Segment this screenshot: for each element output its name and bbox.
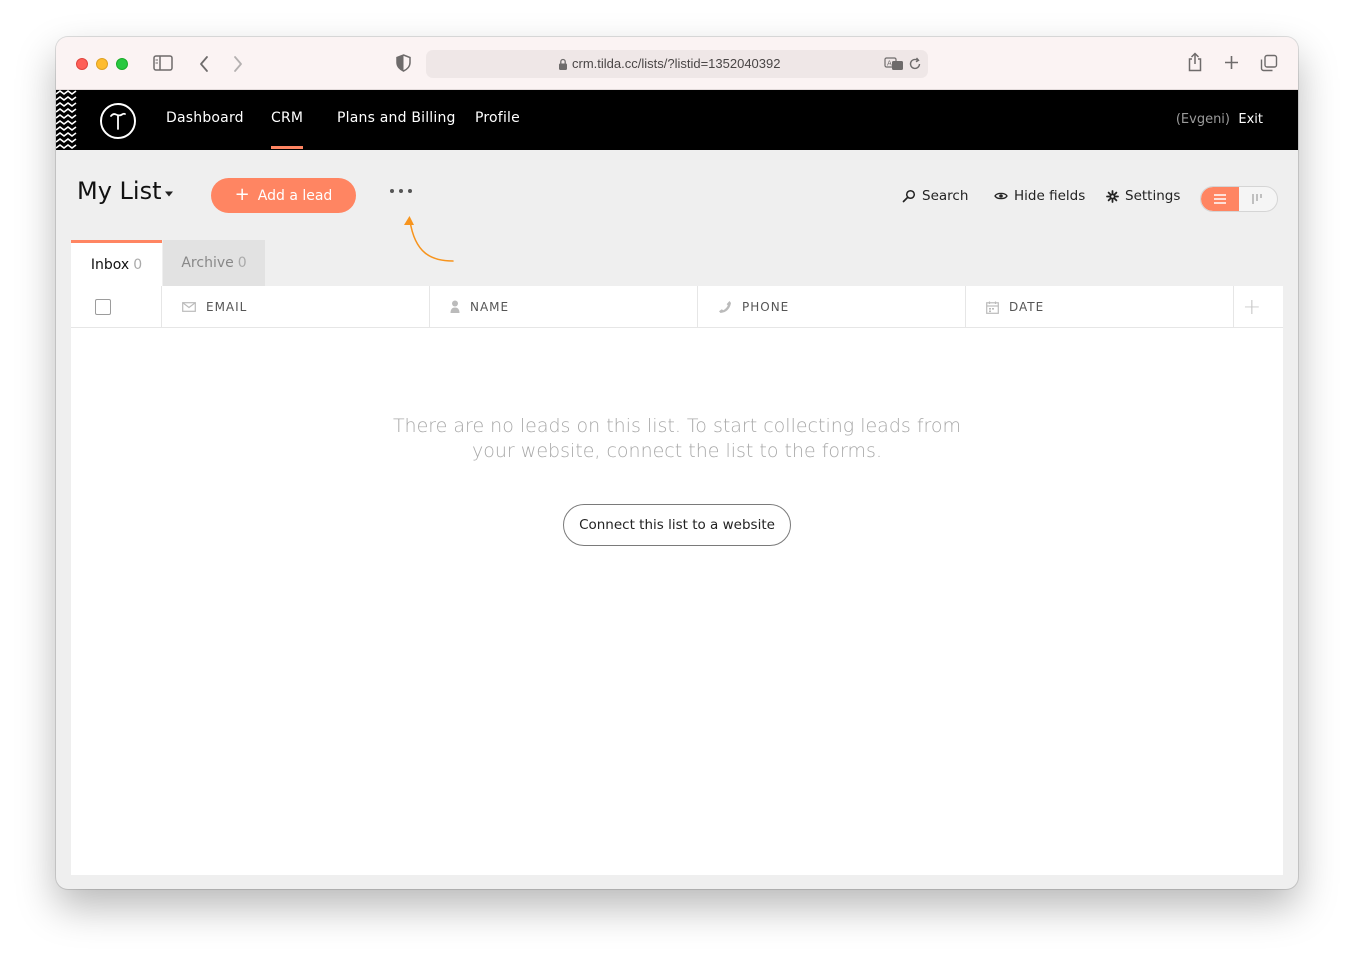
calendar-icon bbox=[986, 301, 999, 314]
tab-archive-count: 0 bbox=[237, 255, 247, 271]
column-date[interactable]: DATE bbox=[966, 286, 1234, 328]
address-bar[interactable]: crm.tilda.cc/lists/?listid=1352040392 A bbox=[426, 50, 928, 78]
tab-inbox[interactable]: Inbox 0 bbox=[71, 240, 162, 286]
add-column-icon[interactable]: + bbox=[1243, 295, 1261, 320]
column-email-label: EMAIL bbox=[206, 300, 248, 314]
crm-list-page: My List + Add a lead Search Hide fields bbox=[56, 150, 1298, 889]
column-date-label: DATE bbox=[1009, 300, 1045, 314]
minimize-window-button[interactable] bbox=[96, 58, 108, 70]
exit-link[interactable]: Exit bbox=[1238, 112, 1263, 127]
settings-label: Settings bbox=[1125, 188, 1181, 204]
plus-icon: + bbox=[234, 183, 250, 205]
nav-crm[interactable]: CRM bbox=[271, 110, 304, 149]
kanban-view-icon bbox=[1252, 194, 1262, 204]
hide-fields-button[interactable]: Hide fields bbox=[994, 188, 1085, 204]
search-button[interactable]: Search bbox=[902, 188, 968, 204]
nav-plans-and-billing[interactable]: Plans and Billing bbox=[337, 110, 456, 126]
svg-text:A: A bbox=[887, 60, 892, 68]
column-phone[interactable]: PHONE bbox=[698, 286, 966, 328]
back-icon[interactable] bbox=[198, 55, 210, 73]
column-name[interactable]: NAME bbox=[430, 286, 698, 328]
column-email[interactable]: EMAIL bbox=[162, 286, 430, 328]
close-window-button[interactable] bbox=[76, 58, 88, 70]
select-all-cell bbox=[71, 286, 162, 328]
nav-dashboard[interactable]: Dashboard bbox=[166, 110, 244, 126]
leads-table: EMAIL NAME PHONE DATE + There are no lea… bbox=[71, 286, 1283, 875]
tab-archive-label: Archive bbox=[181, 255, 234, 271]
browser-window: crm.tilda.cc/lists/?listid=1352040392 A bbox=[56, 37, 1298, 889]
list-title[interactable]: My List bbox=[77, 177, 162, 205]
column-phone-label: PHONE bbox=[742, 300, 790, 314]
tilda-logo-icon bbox=[110, 112, 126, 130]
zigzag-decoration-icon bbox=[56, 90, 77, 149]
search-label: Search bbox=[922, 188, 969, 204]
phone-icon bbox=[719, 301, 731, 313]
person-icon bbox=[450, 300, 460, 313]
tab-archive[interactable]: Archive 0 bbox=[163, 240, 265, 286]
eye-icon bbox=[994, 192, 1008, 200]
search-icon bbox=[902, 189, 916, 203]
view-toggle bbox=[1200, 186, 1278, 212]
forward-icon[interactable] bbox=[232, 55, 244, 73]
connect-website-button[interactable]: Connect this list to a website bbox=[563, 504, 791, 546]
lock-icon bbox=[559, 58, 567, 70]
zoom-window-button[interactable] bbox=[116, 58, 128, 70]
add-lead-label: Add a lead bbox=[257, 187, 333, 204]
list-view-button[interactable] bbox=[1201, 187, 1239, 211]
gear-icon bbox=[1106, 189, 1119, 203]
kanban-view-button[interactable] bbox=[1239, 187, 1277, 211]
envelope-icon bbox=[182, 302, 196, 312]
reload-icon[interactable] bbox=[908, 57, 922, 71]
list-view-icon bbox=[1214, 194, 1226, 204]
pointer-arrow-icon bbox=[404, 216, 454, 262]
empty-state-message: There are no leads on this list. To star… bbox=[392, 415, 962, 462]
nav-profile[interactable]: Profile bbox=[475, 110, 520, 126]
settings-button[interactable]: Settings bbox=[1106, 188, 1180, 204]
tab-inbox-count: 0 bbox=[133, 256, 143, 273]
column-name-label: NAME bbox=[470, 300, 510, 314]
more-options-icon[interactable] bbox=[390, 189, 412, 193]
caret-down-icon[interactable] bbox=[164, 190, 174, 198]
share-icon[interactable] bbox=[1187, 52, 1203, 72]
app-header: Dashboard CRM Plans and Billing Profile … bbox=[56, 90, 1298, 150]
tilda-logo[interactable] bbox=[100, 103, 136, 139]
url-text: crm.tilda.cc/lists/?listid=1352040392 bbox=[572, 56, 781, 71]
tab-inbox-label: Inbox bbox=[90, 256, 130, 273]
translate-icon[interactable]: A bbox=[884, 57, 904, 71]
privacy-shield-icon[interactable] bbox=[396, 54, 411, 72]
tab-overview-icon[interactable] bbox=[1260, 54, 1278, 72]
sidebar-toggle-icon[interactable] bbox=[153, 55, 173, 71]
new-tab-icon[interactable] bbox=[1224, 55, 1239, 70]
table-header: EMAIL NAME PHONE DATE + bbox=[71, 286, 1283, 328]
select-all-checkbox[interactable] bbox=[95, 299, 111, 315]
user-name: (Evgeni) bbox=[1175, 112, 1230, 127]
browser-toolbar: crm.tilda.cc/lists/?listid=1352040392 A bbox=[56, 37, 1298, 90]
add-lead-button[interactable]: + Add a lead bbox=[211, 178, 356, 213]
hide-fields-label: Hide fields bbox=[1014, 188, 1086, 204]
